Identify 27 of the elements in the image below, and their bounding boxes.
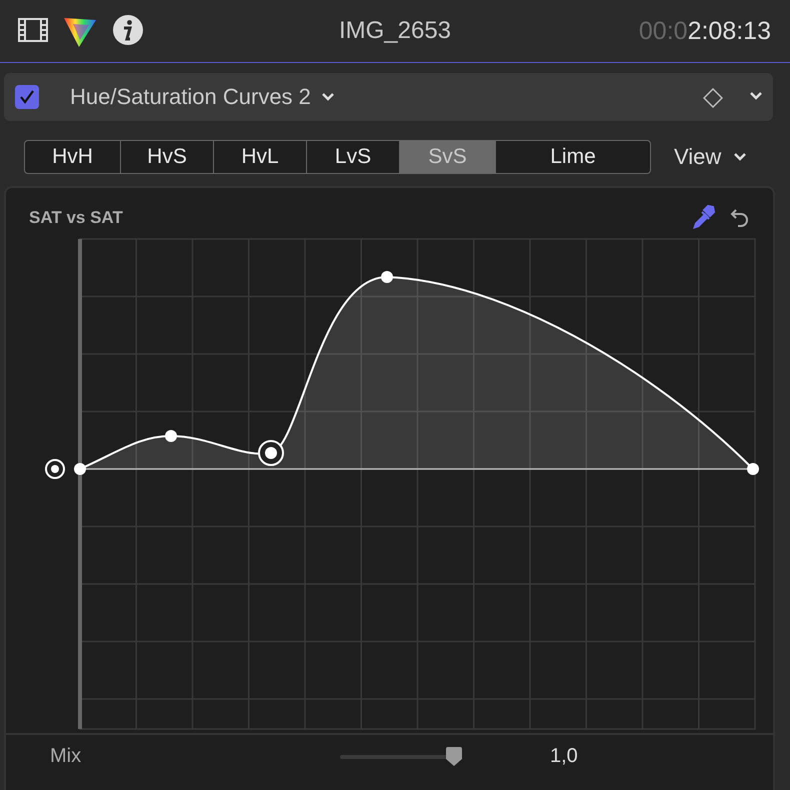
curve-title: SAT vs SAT (29, 208, 124, 228)
chevron-down-icon (733, 152, 748, 162)
view-menu[interactable]: View (674, 144, 748, 170)
curve-point[interactable] (74, 463, 86, 475)
curve-handle[interactable] (45, 459, 65, 479)
clip-title: IMG_2653 (338, 17, 452, 45)
undo-icon[interactable] (729, 207, 751, 229)
curve-tab[interactable]: HvH (25, 141, 120, 173)
enable-checkbox[interactable] (15, 85, 39, 109)
timecode-leading-zeros: 00:0 (638, 17, 688, 46)
slider-thumb[interactable] (445, 747, 463, 767)
curve-point[interactable] (165, 430, 177, 442)
chevron-down-icon[interactable] (320, 92, 335, 102)
curve-tab[interactable]: HvL (213, 141, 306, 173)
mix-label: Mix (50, 744, 82, 768)
info-icon[interactable] (112, 14, 144, 46)
chevron-down-icon[interactable] (749, 91, 763, 101)
curve-tab[interactable]: HvS (120, 141, 213, 173)
mix-value: 1,0 (550, 744, 578, 768)
keyframe-diamond-icon[interactable] (703, 88, 723, 108)
checkmark-icon (19, 89, 35, 105)
effect-name[interactable]: Hue/Saturation Curves 2 (70, 84, 311, 110)
timecode: 2:08:13 (688, 17, 771, 46)
curve-tab[interactable]: Lime (495, 141, 650, 173)
selected-curve-point[interactable] (258, 440, 284, 466)
curve-point[interactable] (381, 271, 393, 283)
curve-point[interactable] (747, 463, 759, 475)
